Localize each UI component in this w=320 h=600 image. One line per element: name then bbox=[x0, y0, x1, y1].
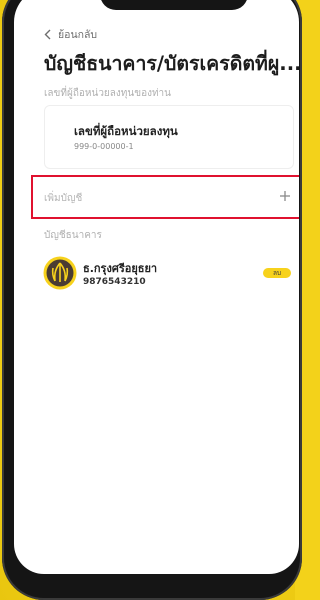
back-label: ย้อนกลับ bbox=[58, 28, 98, 41]
phone-frame: ย้อนกลับ บัญชีธนาคาร/บัตรเครดิตที่ผู... … bbox=[2, 0, 302, 600]
phone-notch bbox=[100, 0, 248, 10]
holder-card-title: เลขที่ผู้ถือหน่วยลงทุน bbox=[74, 124, 178, 138]
delete-account-button[interactable]: ลบ bbox=[263, 268, 291, 278]
bank-account-row[interactable]: ธ.กรุงศรีอยุธยา 9876543210 ลบ bbox=[41, 248, 299, 298]
bank-name: ธ.กรุงศรีอยุธยา bbox=[83, 262, 158, 275]
chevron-left-icon bbox=[44, 29, 51, 39]
holder-card[interactable]: เลขที่ผู้ถือหน่วยลงทุน 999-0-00000-1 bbox=[44, 105, 294, 169]
add-account-button[interactable]: เพิ่มบัญชี bbox=[31, 175, 299, 219]
back-button[interactable]: ย้อนกลับ bbox=[44, 26, 97, 42]
holder-section-label: เลขที่ผู้ถือหน่วยลงทุนของท่าน bbox=[44, 88, 172, 99]
plus-icon bbox=[280, 191, 290, 201]
krungsri-logo-icon bbox=[43, 256, 77, 290]
holder-number: 999-0-00000-1 bbox=[74, 142, 134, 151]
app-screen: ย้อนกลับ บัญชีธนาคาร/บัตรเครดิตที่ผู... … bbox=[14, 0, 299, 574]
bank-account-number: 9876543210 bbox=[83, 277, 146, 287]
page-title: บัญชีธนาคาร/บัตรเครดิตที่ผู... bbox=[44, 52, 299, 75]
add-account-label: เพิ่มบัญชี bbox=[44, 193, 83, 204]
bank-section-label: บัญชีธนาคาร bbox=[44, 230, 102, 241]
